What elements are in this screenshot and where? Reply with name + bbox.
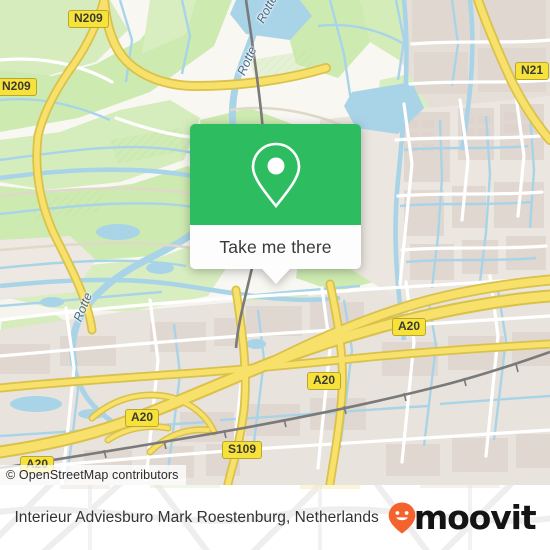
callout-action-bar[interactable]: Take me there — [190, 225, 361, 269]
road-shield: S109 — [222, 441, 263, 459]
road-shield: A20 — [307, 372, 342, 390]
map-canvas[interactable]: N209 N209 N21 A20 A20 A20 A20 S109 Rotte… — [0, 0, 550, 485]
callout-header — [190, 124, 361, 225]
take-me-there-label: Take me there — [219, 236, 332, 257]
callout-tail — [261, 269, 290, 284]
moovit-smiley-pin-icon — [388, 502, 416, 533]
road-shield: N209 — [68, 10, 109, 28]
road-shield: N209 — [0, 78, 37, 96]
map-pin-icon — [251, 142, 300, 208]
road-shield: N21 — [515, 62, 550, 80]
take-me-there-callout[interactable]: Take me there — [190, 124, 361, 284]
road-shield: A20 — [392, 318, 427, 336]
footer-content: Interieur Adviesburo Mark Roestenburg, N… — [0, 485, 550, 550]
footer-bar: Interieur Adviesburo Mark Roestenburg, N… — [0, 485, 550, 550]
screenshot-root: N209 N209 N21 A20 A20 A20 A20 S109 Rotte… — [0, 0, 550, 550]
location-title: Interieur Adviesburo Mark Roestenburg, N… — [14, 508, 379, 526]
osm-attribution[interactable]: © OpenStreetMap contributors — [0, 465, 186, 485]
moovit-wordmark: moovit — [413, 498, 537, 537]
moovit-logo[interactable]: moovit — [388, 498, 537, 537]
road-shield: A20 — [125, 409, 160, 427]
